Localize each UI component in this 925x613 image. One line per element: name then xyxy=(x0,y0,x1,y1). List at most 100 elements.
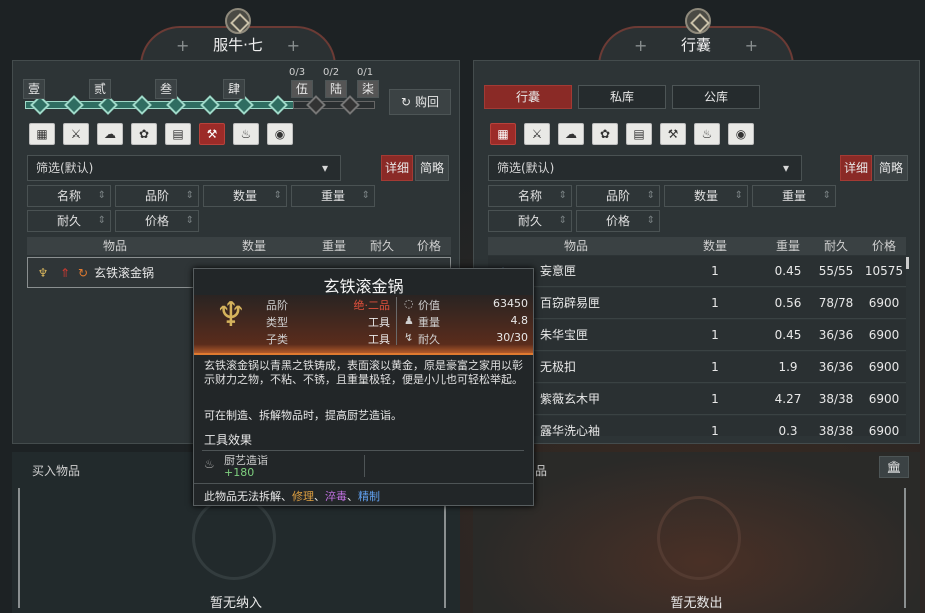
category-misc-icon[interactable]: ◉ xyxy=(267,123,293,145)
item-durability: 38/38 xyxy=(818,424,854,436)
item-durability: 78/78 xyxy=(818,296,854,310)
category-weapon-icon[interactable]: ⚔ xyxy=(63,123,89,145)
item-price: 6900 xyxy=(868,424,900,436)
bank-icon[interactable]: 🏛 xyxy=(879,456,909,478)
table-row[interactable]: ◆妄意匣10.4555/5510575 xyxy=(488,256,906,287)
brief-button[interactable]: 简略 xyxy=(415,155,449,181)
brief-button[interactable]: 简略 xyxy=(874,155,908,181)
weight-icon: ♟ xyxy=(404,314,414,327)
tab-bag[interactable]: 行囊 xyxy=(484,85,572,109)
rank-tab-6[interactable]: 陆 xyxy=(325,80,347,98)
right-title: 行囊 xyxy=(680,36,711,54)
sort-name[interactable]: 名称 xyxy=(27,185,111,207)
scrollbar[interactable] xyxy=(906,257,909,269)
category-medicine-icon[interactable]: ♨ xyxy=(694,123,720,145)
rank-node xyxy=(200,95,220,115)
sort-grade[interactable]: 品阶 xyxy=(576,185,660,207)
category-all-icon[interactable]: ▦ xyxy=(29,123,55,145)
pot-icon: ♆ xyxy=(37,266,49,280)
rank-node xyxy=(132,95,152,115)
effect-title: 工具效果 xyxy=(204,433,253,447)
sort-price[interactable]: 价格 xyxy=(576,210,660,232)
item-qty: 1 xyxy=(711,424,719,436)
tab-private-storage[interactable]: 私库 xyxy=(578,85,666,109)
rank-tab-3[interactable]: 叁 xyxy=(155,79,177,99)
table-row[interactable]: ◆无极扣11.936/366900 xyxy=(488,352,906,383)
rank-tab-4[interactable]: 肆 xyxy=(223,79,245,99)
sort-qty[interactable]: 数量 xyxy=(664,185,748,207)
rank-tab-5[interactable]: 伍 xyxy=(291,80,313,98)
tooltip-title: 玄铁滚金锅 xyxy=(323,277,404,296)
category-tool-icon[interactable]: ⚒ xyxy=(199,123,225,145)
refresh-icon: ↻ xyxy=(401,95,412,109)
item-name: 朱华宝匣 xyxy=(540,328,589,342)
category-misc-icon[interactable]: ◉ xyxy=(728,123,754,145)
effect-value: +180 xyxy=(224,466,255,479)
rank-tab-2[interactable]: 贰 xyxy=(89,79,111,99)
left-title: 服牛·七 xyxy=(213,36,263,54)
tooltip-description: 玄铁滚金锅以青黑之铁铸成，表面滚以黄金，原是豪富之家用以彰示财力之物，不粘、不锈… xyxy=(204,359,523,386)
category-all-icon[interactable]: ▦ xyxy=(490,123,516,145)
sort-weight[interactable]: 重量 xyxy=(291,185,375,207)
rank-node-locked xyxy=(306,95,326,115)
tooltip-usage: 可在制造、拆解物品时，提高厨艺造诣。 xyxy=(204,409,402,422)
buy-title: 买入物品 xyxy=(32,464,81,478)
tooltip-footer: 此物品无法拆解、修理、淬毒、精制 xyxy=(204,490,380,503)
category-book-icon[interactable]: ▤ xyxy=(165,123,191,145)
item-weight: 1.9 xyxy=(778,360,798,374)
table-row[interactable]: ◆紫薇玄木甲14.2738/386900 xyxy=(488,384,906,415)
rank-count: 0/3 xyxy=(289,67,306,78)
buy-empty-text: 暂无纳入 xyxy=(209,596,262,611)
rank-node-locked xyxy=(340,95,360,115)
filter-select[interactable]: 筛选(默认) ▾ xyxy=(488,155,802,181)
table-row[interactable]: ◆朱华宝匣10.4536/366900 xyxy=(488,320,906,351)
sort-weight[interactable]: 重量 xyxy=(752,185,836,207)
item-price: 6900 xyxy=(868,296,900,310)
wreath-emblem-icon xyxy=(192,496,276,580)
sort-name[interactable]: 名称 xyxy=(488,185,572,207)
item-weight: 0.45 xyxy=(774,328,802,342)
chevron-down-icon: ▾ xyxy=(321,161,328,175)
detail-button[interactable]: 详细 xyxy=(840,155,872,181)
wreath-emblem-icon xyxy=(657,496,741,580)
cooking-icon: ♨ xyxy=(204,457,215,471)
right-panel: 行囊 私库 公库 ▦ ⚔ ☁ ✿ ▤ ⚒ ♨ ◉ 筛选(默认) ▾ 详细 简略 … xyxy=(473,60,920,444)
category-food-icon[interactable]: ✿ xyxy=(131,123,157,145)
category-book-icon[interactable]: ▤ xyxy=(626,123,652,145)
sort-price[interactable]: 价格 xyxy=(115,210,199,232)
item-name: 妄意匣 xyxy=(540,264,577,278)
item-qty: 1 xyxy=(711,392,719,406)
item-qty: 1 xyxy=(711,296,719,310)
rank-count: 0/1 xyxy=(357,67,374,78)
item-name: 露华洗心袖 xyxy=(540,424,601,436)
plus-icon: + xyxy=(176,36,190,55)
category-armor-icon[interactable]: ☁ xyxy=(97,123,123,145)
category-armor-icon[interactable]: ☁ xyxy=(558,123,584,145)
item-name: 无极扣 xyxy=(540,360,577,374)
rank-node xyxy=(268,95,288,115)
category-weapon-icon[interactable]: ⚔ xyxy=(524,123,550,145)
table-header: 物品 数量 重量 耐久 价格 xyxy=(488,237,906,255)
table-row[interactable]: ◆露华洗心袖10.338/386900 xyxy=(488,416,906,436)
medal-icon xyxy=(225,8,251,34)
detail-button[interactable]: 详细 xyxy=(381,155,413,181)
sort-durability[interactable]: 耐久 xyxy=(27,210,111,232)
upgrade-arrow-icon: ⇑ xyxy=(59,266,71,280)
category-food-icon[interactable]: ✿ xyxy=(592,123,618,145)
buyback-button[interactable]: ↻ 购回 xyxy=(389,89,451,115)
table-header: 物品 数量 重量 耐久 价格 xyxy=(27,237,451,255)
sort-grade[interactable]: 品阶 xyxy=(115,185,199,207)
sort-durability[interactable]: 耐久 xyxy=(488,210,572,232)
category-medicine-icon[interactable]: ♨ xyxy=(233,123,259,145)
category-tool-icon[interactable]: ⚒ xyxy=(660,123,686,145)
tab-public-storage[interactable]: 公库 xyxy=(672,85,760,109)
rank-count: 0/2 xyxy=(323,67,340,78)
rank-node xyxy=(64,95,84,115)
rank-tab-7[interactable]: 柒 xyxy=(357,80,379,98)
item-qty: 1 xyxy=(711,360,719,374)
filter-select[interactable]: 筛选(默认) ▾ xyxy=(27,155,341,181)
table-row[interactable]: ◆百窃辟易匣10.5678/786900 xyxy=(488,288,906,319)
item-durability: 36/36 xyxy=(818,360,854,374)
rank-tab-1[interactable]: 壹 xyxy=(23,79,45,99)
sort-qty[interactable]: 数量 xyxy=(203,185,287,207)
